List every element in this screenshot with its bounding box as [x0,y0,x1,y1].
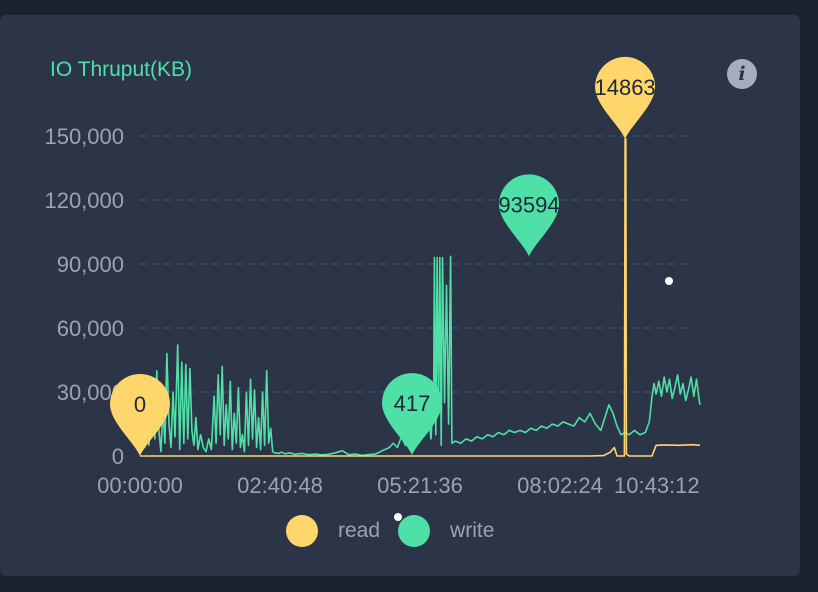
io-thruput-chart: 030,00060,00090,000120,000150,00000:00:0… [44,56,701,498]
read-swatch-icon [286,515,318,547]
chart-legend: read write [286,514,494,548]
x-tick-label: 08:02:24 [517,473,603,498]
x-tick-label: 02:40:48 [237,473,323,498]
marker-read-max[interactable]: 14863 [594,56,656,139]
legend-item-write[interactable]: write [398,515,494,547]
y-tick-label: 90,000 [57,252,124,277]
legend-label-read: read [338,519,381,542]
y-tick-label: 60,000 [57,316,124,341]
x-tick-label: 10:43:12 [614,473,700,498]
legend-label-write: write [450,519,495,542]
x-tick-label: 05:21:36 [377,473,463,498]
marker-write-max-label: 93594 [498,192,559,217]
y-tick-label: 120,000 [44,188,124,213]
marker-write-max[interactable]: 93594 [498,174,559,257]
cursor-dot-legend [394,513,402,521]
marker-read-min-label: 0 [134,392,146,417]
legend-item-read[interactable]: read [286,515,380,547]
write-swatch-icon [398,515,431,547]
marker-write-min-label: 417 [394,391,431,416]
cursor-dot [665,277,673,285]
y-tick-label: 150,000 [44,124,124,149]
y-tick-label: 0 [112,444,124,469]
marker-read-max-label: 14863 [594,75,655,100]
x-tick-label: 00:00:00 [97,473,183,498]
marker-write-min[interactable]: 417 [382,373,442,456]
